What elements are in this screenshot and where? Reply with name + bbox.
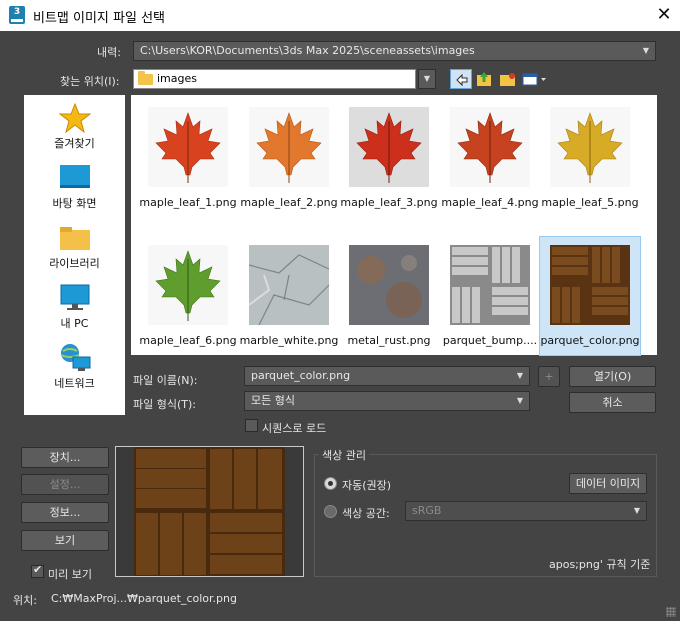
file-item[interactable]: maple_leaf_5.png [540,99,640,217]
view-button[interactable]: 보기 [21,530,109,551]
file-name: maple_leaf_5.png [541,196,639,209]
file-item[interactable]: maple_leaf_3.png [339,99,439,217]
library-folder-icon [60,227,90,250]
file-list: maple_leaf_1.png maple_leaf_2.png maple_… [131,95,657,356]
color-space-label: 색상 공간: [342,507,390,520]
file-name: maple_leaf_6.png [139,334,237,347]
chevron-down-icon: ▼ [633,506,640,515]
color-space-radio[interactable] [324,505,337,518]
places-sidebar: 즐겨찾기 바탕 화면 라이브러리 내 PC 네트워크 [24,95,125,415]
preview-checkbox[interactable] [31,563,44,578]
sequence-checkbox[interactable] [245,419,258,432]
cancel-button[interactable]: 취소 [569,392,656,413]
filename-label: 파일 이름(N): [133,374,198,387]
file-name: parquet_color.png [540,334,640,347]
title-bar: 3 비트맵 이미지 파일 선택 ✕ [0,0,680,31]
folder-icon [138,71,153,85]
file-name: maple_leaf_2.png [240,196,338,209]
data-image-button[interactable]: 데이터 이미지 [569,473,647,494]
sidebar-label-this-pc: 내 PC [60,317,89,330]
sidebar-label-network: 네트워크 [54,377,95,390]
maple-leaf-orange-thumbnail [249,107,329,187]
file-item[interactable]: metal_rust.png [339,237,439,355]
filename-input[interactable]: parquet_color.png ▼ [244,366,530,386]
window-title: 비트맵 이미지 파일 선택 [33,11,165,26]
resize-grip-icon[interactable] [666,607,676,617]
history-path: C:\Users\KOR\Documents\3ds Max 2025\scen… [140,44,475,57]
chevron-down-icon: ▼ [516,371,523,380]
close-icon[interactable]: ✕ [652,3,676,27]
look-in-folder: images [157,72,197,85]
back-arrow-icon [456,73,468,87]
up-folder-button[interactable] [474,69,496,89]
maple-leaf-red-grey-thumbnail [349,107,429,187]
file-item[interactable]: maple_leaf_1.png [138,99,238,217]
filetype-label: 파일 형식(T): [133,398,196,411]
file-name: parquet_bump.... [442,334,538,347]
file-item[interactable]: maple_leaf_2.png [239,99,339,217]
chevron-down-icon: ▼ [516,396,523,405]
up-folder-icon [477,72,491,86]
maple-leaf-red-thumbnail [148,107,228,187]
history-label: 내력: [97,46,121,59]
parquet-bump-thumbnail [450,245,530,325]
color-management-title: 색상 관리 [319,447,369,463]
sidebar-label-desktop: 바탕 화면 [52,197,97,210]
file-item[interactable]: maple_leaf_6.png [138,237,238,355]
parquet-preview-image [134,447,285,576]
look-in-chevron-icon[interactable]: ▼ [418,69,436,89]
back-button[interactable] [450,69,472,89]
sidebar-label-favorites: 즐겨찾기 [54,137,95,150]
sequence-label: 시퀀스로 로드 [262,422,327,435]
file-item[interactable]: parquet_bump.... [440,237,540,355]
parquet-color-thumbnail [550,245,630,325]
view-menu-button[interactable] [520,69,548,89]
add-button[interactable]: + [538,366,560,387]
new-folder-icon [500,73,515,86]
open-button[interactable]: 열기(O) [569,366,656,387]
marble-texture-thumbnail [249,245,329,325]
setup-button[interactable]: 설정... [21,474,109,495]
filename-value: parquet_color.png [251,369,351,382]
file-item-selected[interactable]: parquet_color.png [539,236,641,356]
network-icon [60,344,91,371]
chevron-down-icon: ▼ [642,46,649,55]
image-preview [115,446,304,577]
file-name: metal_rust.png [347,334,431,347]
sidebar-label-libraries: 라이브러리 [49,257,100,270]
filetype-dropdown[interactable]: 모든 형식 ▼ [244,391,530,411]
auto-radio[interactable] [324,477,337,490]
3dsmax-app-icon: 3 [9,6,25,24]
info-button[interactable]: 정보... [21,502,109,523]
rust-texture-thumbnail [349,245,429,325]
maple-leaf-green-thumbnail [148,245,228,325]
file-item[interactable]: marble_white.png [239,237,339,355]
new-folder-button[interactable] [497,69,519,89]
file-name: maple_leaf_1.png [139,196,237,209]
view-menu-icon [522,73,546,86]
file-name: maple_leaf_3.png [340,196,438,209]
auto-label: 자동(권장) [342,479,392,492]
filetype-value: 모든 형식 [251,394,295,407]
this-pc-icon [60,284,90,310]
look-in-label: 찾는 위치(I): [60,75,120,88]
file-item[interactable]: maple_leaf_4.png [440,99,540,217]
file-name: maple_leaf_4.png [441,196,539,209]
color-space-dropdown[interactable]: sRGB ▼ [405,501,647,521]
preview-label: 미리 보기 [48,568,92,581]
maple-leaf-dark-red-thumbnail [450,107,530,187]
star-icon [59,103,91,133]
status-label: 위치: [13,594,37,607]
look-in-dropdown[interactable]: images [133,69,416,89]
status-bar: 위치: C:₩MaxProj...₩parquet_color.png [0,586,680,621]
rule-text: apos;png' 규칙 기준 [549,558,651,571]
maple-leaf-yellow-thumbnail [550,107,630,187]
history-dropdown[interactable]: C:\Users\KOR\Documents\3ds Max 2025\scen… [133,41,656,61]
desktop-icon [60,165,90,188]
color-space-value: sRGB [412,504,442,517]
file-name: marble_white.png [239,334,339,347]
devices-button[interactable]: 장치... [21,447,109,468]
status-path: C:₩MaxProj...₩parquet_color.png [51,592,237,605]
